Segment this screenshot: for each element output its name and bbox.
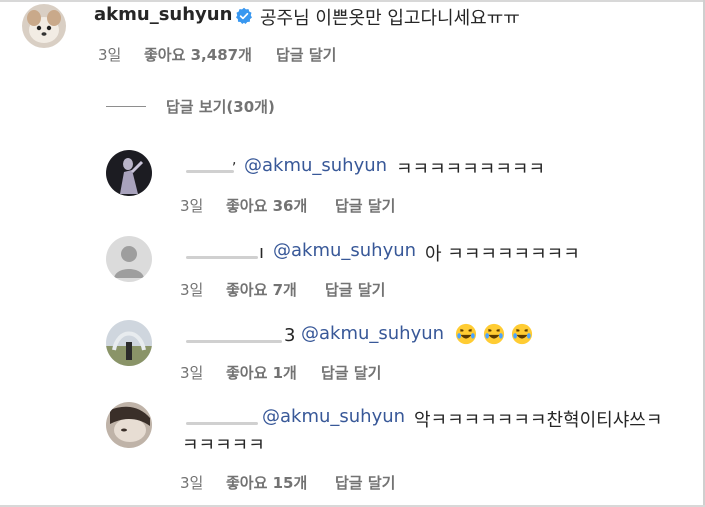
replies-divider [106, 106, 146, 107]
avatar[interactable] [106, 236, 152, 282]
hidden-username [186, 340, 282, 343]
likes-count[interactable]: 좋아요 36개 [226, 195, 307, 216]
username-trailing-mark: 3 [284, 325, 296, 346]
avatar[interactable] [22, 4, 66, 48]
laughing-emoji-icon [511, 323, 533, 345]
laughing-emoji-icon [455, 323, 477, 345]
hidden-username [186, 256, 258, 259]
username-trailing-mark: , [232, 152, 237, 168]
view-replies-button[interactable]: 답글 보기(30개) [166, 96, 275, 117]
reply-time: 3일 [180, 364, 204, 382]
default-avatar-icon [106, 236, 152, 282]
reply-text: 악ㅋㅋㅋㅋㅋㅋㅋ찬혁이티샤쓰ㅋ [414, 410, 663, 431]
mention-link[interactable]: @akmu_suhyun [262, 406, 405, 427]
avatar[interactable] [106, 402, 152, 448]
avatar[interactable] [106, 150, 152, 196]
reply-button[interactable]: 답글 달기 [321, 362, 381, 383]
comment-time: 3일 [98, 46, 122, 64]
reply-text-continued: ㅋㅋㅋㅋㅋ [182, 435, 265, 456]
likes-count[interactable]: 좋아요 1개 [226, 362, 297, 383]
reply-text: 아 ㅋㅋㅋㅋㅋㅋㅋㅋ [425, 244, 580, 265]
laughing-emoji-icon [483, 323, 505, 345]
reply-text: ㅋㅋㅋㅋㅋㅋㅋㅋㅋ [396, 159, 546, 180]
reply-button[interactable]: 답글 달기 [325, 279, 385, 300]
reply-button[interactable]: 답글 달기 [335, 195, 395, 216]
mention-link[interactable]: @akmu_suhyun [301, 323, 444, 344]
mention-link[interactable]: @akmu_suhyun [244, 155, 387, 176]
reply-time: 3일 [180, 281, 204, 299]
window-top-border [0, 0, 705, 2]
hidden-username [186, 170, 234, 173]
mention-link[interactable]: @akmu_suhyun [273, 240, 416, 261]
avatar[interactable] [106, 320, 152, 366]
likes-count[interactable]: 좋아요 15개 [226, 472, 307, 493]
comment-username[interactable]: akmu_suhyun [94, 4, 232, 25]
hidden-username [186, 422, 258, 425]
reply-button[interactable]: 답글 달기 [276, 44, 336, 65]
username-trailing-mark: ı [259, 242, 265, 263]
likes-count[interactable]: 좋아요 3,487개 [144, 44, 252, 65]
reply-time: 3일 [180, 197, 204, 215]
likes-count[interactable]: 좋아요 7개 [226, 279, 297, 300]
verified-badge-icon [236, 7, 252, 24]
reply-time: 3일 [180, 474, 204, 492]
comment-text: 공주님 이쁜옷만 입고다니세요ㅠㅠ [260, 8, 520, 29]
reply-button[interactable]: 답글 달기 [335, 472, 395, 493]
